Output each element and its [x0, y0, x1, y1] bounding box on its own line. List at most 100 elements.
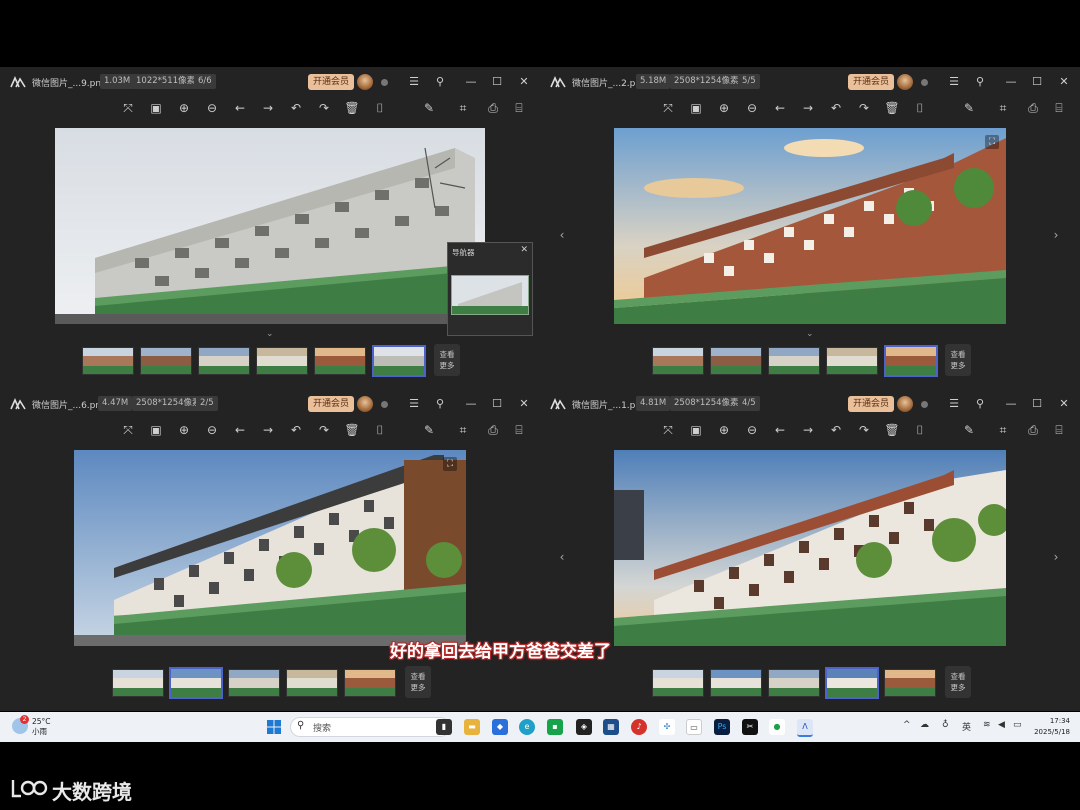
- maximize-icon[interactable]: ☐: [488, 395, 506, 413]
- crop-icon[interactable]: ⌗: [994, 421, 1012, 439]
- print-icon[interactable]: ⎙: [1024, 421, 1042, 439]
- edit-icon[interactable]: ✎: [420, 99, 438, 117]
- vip-button[interactable]: 开通会员: [308, 74, 355, 90]
- rotate-right-icon[interactable]: ↷: [315, 421, 333, 439]
- mouse-icon[interactable]: ⌷: [911, 421, 929, 439]
- menu-icon[interactable]: ☰: [945, 395, 963, 413]
- edge-browser-icon[interactable]: e: [519, 719, 535, 735]
- volume-icon[interactable]: ◀: [998, 720, 1005, 730]
- thumbnail-5-active[interactable]: [884, 345, 938, 377]
- minimize-icon[interactable]: —: [462, 73, 480, 91]
- print-icon[interactable]: ⎙: [1024, 99, 1042, 117]
- next-image-arrow-icon[interactable]: ›: [1048, 548, 1064, 566]
- collapse-chevron-icon[interactable]: ⌄: [266, 329, 274, 339]
- tray-expand-icon[interactable]: ^: [903, 720, 911, 730]
- rotate-right-icon[interactable]: ↷: [855, 421, 873, 439]
- rotate-left-icon[interactable]: ↶: [827, 421, 845, 439]
- crop-icon[interactable]: ⌗: [994, 99, 1012, 117]
- system-clock[interactable]: 17:34 2025/5/18: [1030, 716, 1070, 738]
- taskbar-search-box[interactable]: ⚲ 搜索: [290, 717, 450, 737]
- minimize-icon[interactable]: —: [462, 395, 480, 413]
- zoom-in-icon[interactable]: ⊕: [715, 421, 733, 439]
- collapse-chevron-icon[interactable]: ⌄: [806, 329, 814, 339]
- minimize-icon[interactable]: —: [1002, 395, 1020, 413]
- actual-size-icon[interactable]: ▣: [687, 99, 705, 117]
- rotate-left-icon[interactable]: ↶: [287, 99, 305, 117]
- actual-size-icon[interactable]: ▣: [147, 421, 165, 439]
- tray-app-icon[interactable]: ☁: [920, 720, 929, 730]
- actual-size-icon[interactable]: ▣: [147, 99, 165, 117]
- zoom-in-icon[interactable]: ⊕: [175, 99, 193, 117]
- black-app-icon[interactable]: ◈: [576, 719, 592, 735]
- vip-button[interactable]: 开通会员: [848, 396, 895, 412]
- next-arrow-icon[interactable]: →: [799, 99, 817, 117]
- zoom-out-icon[interactable]: ⊖: [743, 99, 761, 117]
- thumbnail-6-active[interactable]: [372, 345, 426, 377]
- thumbnail-4[interactable]: [826, 347, 878, 375]
- actual-size-icon[interactable]: ▣: [687, 421, 705, 439]
- file-explorer-icon[interactable]: ▬: [464, 719, 480, 735]
- menu-icon[interactable]: ☰: [405, 395, 423, 413]
- mouse-icon[interactable]: ⌷: [911, 99, 929, 117]
- windows-start-icon[interactable]: [266, 719, 282, 735]
- print-icon[interactable]: ⎙: [484, 421, 502, 439]
- thumbnail-3[interactable]: [768, 669, 820, 697]
- save-icon[interactable]: ⌸: [510, 99, 528, 117]
- zoom-out-icon[interactable]: ⊖: [743, 421, 761, 439]
- wifi-icon[interactable]: ≋: [983, 720, 991, 730]
- thumbnail-2[interactable]: [710, 669, 762, 697]
- thumbnail-1[interactable]: [652, 669, 704, 697]
- avatar[interactable]: [357, 396, 373, 412]
- next-image-arrow-icon[interactable]: ›: [1048, 226, 1064, 244]
- zoom-in-icon[interactable]: ⊕: [175, 421, 193, 439]
- main-image[interactable]: [614, 128, 1006, 324]
- delete-icon[interactable]: 🗑: [343, 99, 361, 117]
- shield-app-icon[interactable]: ◆: [492, 719, 508, 735]
- fit-window-icon[interactable]: ⤧: [659, 99, 677, 117]
- rotate-right-icon[interactable]: ↷: [315, 99, 333, 117]
- zoom-out-icon[interactable]: ⊖: [203, 99, 221, 117]
- crop-icon[interactable]: ⌗: [454, 99, 472, 117]
- navigator-panel[interactable]: 导航器 ✕: [447, 242, 533, 336]
- capcut-icon[interactable]: ✂: [742, 719, 758, 735]
- store-icon[interactable]: ▦: [603, 719, 619, 735]
- thumbnail-3[interactable]: [768, 347, 820, 375]
- weather-widget[interactable]: 25°C 小雨: [32, 717, 51, 737]
- avatar[interactable]: [897, 74, 913, 90]
- menu-icon[interactable]: ☰: [945, 73, 963, 91]
- save-icon[interactable]: ⌸: [1050, 421, 1068, 439]
- screen-app-icon[interactable]: ▭: [686, 719, 702, 735]
- navigator-close-icon[interactable]: ✕: [520, 245, 528, 255]
- thumbnail-5[interactable]: [314, 347, 366, 375]
- thumbnail-1[interactable]: [652, 347, 704, 375]
- edit-icon[interactable]: ✎: [960, 421, 978, 439]
- main-image[interactable]: [74, 450, 466, 646]
- prev-image-arrow-icon[interactable]: ‹: [554, 226, 570, 244]
- thumbnail-5[interactable]: [884, 669, 936, 697]
- next-arrow-icon[interactable]: →: [259, 421, 277, 439]
- rotate-left-icon[interactable]: ↶: [287, 421, 305, 439]
- next-arrow-icon[interactable]: →: [259, 99, 277, 117]
- pin-icon[interactable]: ⚲: [431, 395, 449, 413]
- thumbnail-3[interactable]: [228, 669, 280, 697]
- pin-icon[interactable]: ⚲: [431, 73, 449, 91]
- vip-button[interactable]: 开通会员: [848, 74, 895, 90]
- close-icon[interactable]: ✕: [515, 73, 533, 91]
- save-icon[interactable]: ⌸: [510, 421, 528, 439]
- prev-image-arrow-icon[interactable]: ‹: [554, 548, 570, 566]
- green-app-icon[interactable]: ▪: [547, 719, 563, 735]
- maximize-icon[interactable]: ☐: [1028, 395, 1046, 413]
- fullscreen-icon[interactable]: ⛶: [985, 135, 999, 149]
- fit-window-icon[interactable]: ⤧: [659, 421, 677, 439]
- main-image[interactable]: [55, 128, 485, 324]
- photoshop-icon[interactable]: Ps: [714, 719, 730, 735]
- thumbnail-2-active[interactable]: [169, 667, 223, 699]
- prev-arrow-icon[interactable]: ←: [771, 99, 789, 117]
- battery-icon[interactable]: ▭: [1013, 720, 1022, 730]
- fit-window-icon[interactable]: ⤧: [119, 421, 137, 439]
- zoom-in-icon[interactable]: ⊕: [715, 99, 733, 117]
- thumbnail-5[interactable]: [344, 669, 396, 697]
- delete-icon[interactable]: 🗑: [883, 421, 901, 439]
- delete-icon[interactable]: 🗑: [883, 99, 901, 117]
- pinwheel-app-icon[interactable]: ✣: [659, 719, 675, 735]
